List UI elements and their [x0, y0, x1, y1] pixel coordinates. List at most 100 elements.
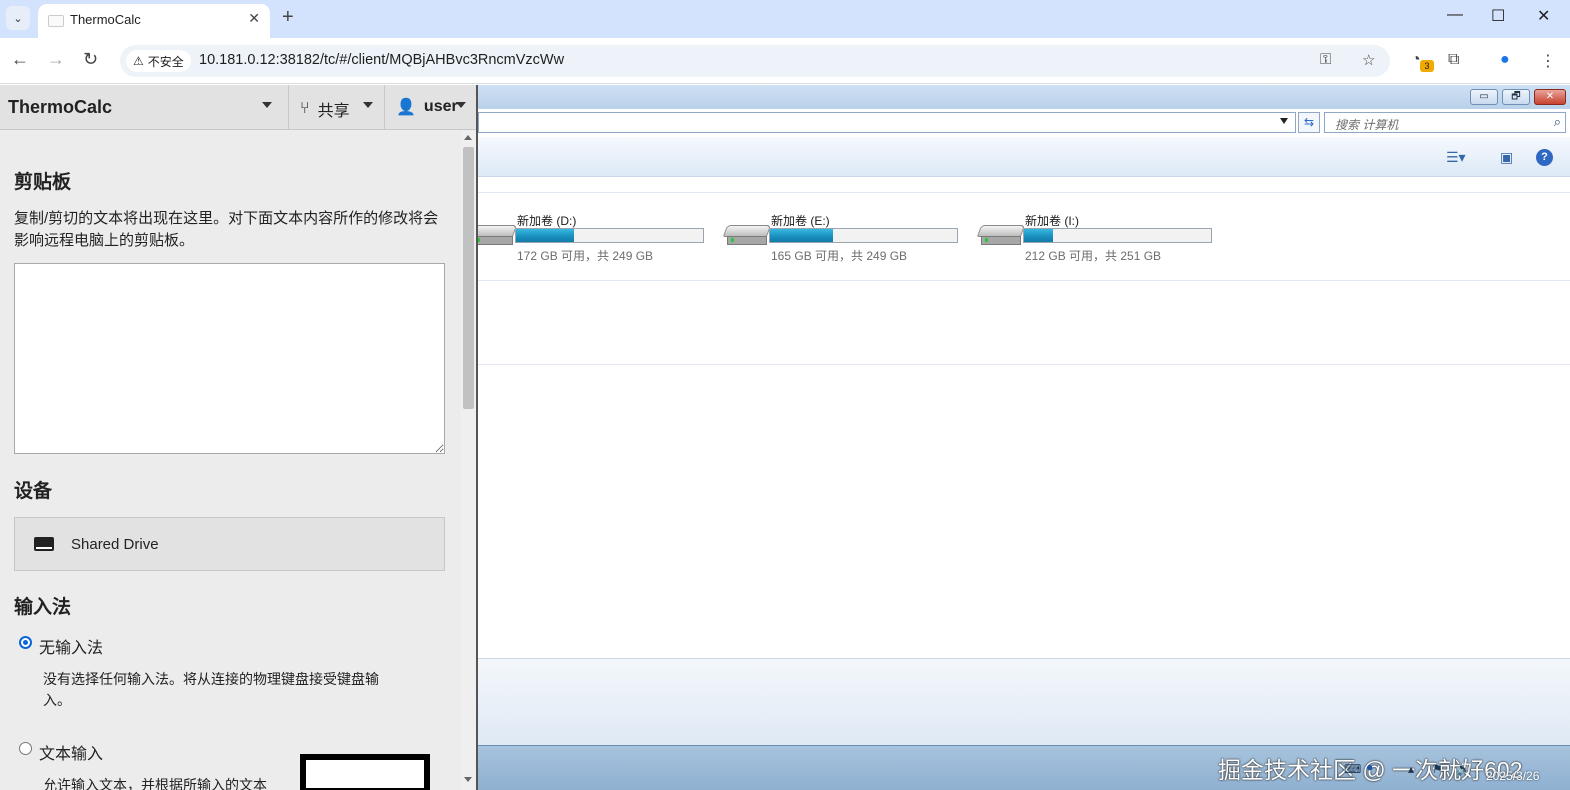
address-bar[interactable]: ⚠ 不安全 10.181.0.12:38182/tc/#/client/MQBj… [120, 45, 1390, 77]
radio-text-input-description: 允许输入文本，并根据所输入的文本 [43, 777, 267, 790]
browser-toolbar: ← → ↻ ⚠ 不安全 10.181.0.12:38182/tc/#/clien… [0, 38, 1570, 84]
taskbar-date[interactable]: 2025/3/26 [1486, 769, 1539, 783]
new-tab-button[interactable]: + [282, 6, 294, 29]
radio-no-ime-label[interactable]: 无输入法 [39, 634, 103, 658]
puzzle-icon[interactable]: ⧉ [1448, 51, 1459, 69]
clipboard-description: 复制/剪切的文本将出现在这里。对下面文本内容所作的修改将会影响远程电脑上的剪贴板… [14, 210, 439, 249]
header-divider [288, 85, 289, 130]
clipboard-textarea[interactable] [14, 263, 445, 454]
radio-text-input[interactable] [19, 742, 32, 755]
radio-no-ime[interactable] [19, 636, 32, 649]
page-favicon-icon [48, 15, 64, 27]
branch-icon: ⑂ [300, 100, 310, 117]
minimize-icon[interactable]: — [1447, 6, 1463, 24]
scrollbar-thumb[interactable] [463, 147, 474, 409]
explorer-address-bar[interactable] [478, 112, 1296, 133]
clipboard-heading: 剪贴板 [14, 172, 72, 193]
hard-drive-icon [722, 225, 772, 247]
refresh-icon[interactable]: ⇆ [1298, 112, 1320, 133]
chevron-down-icon: ⌄ [13, 12, 23, 25]
reload-icon[interactable]: ↻ [83, 49, 98, 70]
security-tray-icon[interactable]: ⚑ [1432, 762, 1443, 776]
drive-free-space: 212 GB 可用，共 251 GB [1025, 249, 1162, 263]
panel-scrollbar[interactable] [461, 131, 476, 790]
preview-pane-icon[interactable]: ▣ [1500, 149, 1513, 166]
star-icon[interactable]: ☆ [1362, 51, 1375, 69]
back-arrow-icon[interactable]: ← [11, 49, 29, 70]
close-icon[interactable]: ✕ [248, 10, 260, 27]
explorer-search-box[interactable]: 搜索 计算机 ⌕ [1324, 112, 1566, 133]
maximize-icon[interactable]: ☐ [1491, 6, 1505, 26]
drive-free-space: 165 GB 可用，共 249 GB [771, 249, 908, 263]
connection-menu-panel: ThermoCalc ⑂ 共享 👤 user 剪贴板 复制/剪切的文本将出现在这… [0, 85, 478, 790]
text-input-preview [300, 754, 430, 790]
hard-drive-icon [976, 225, 1026, 247]
extension-badge: 3 [1420, 60, 1434, 72]
chevron-down-icon[interactable] [363, 102, 373, 108]
tab-search-button[interactable]: ⌄ [6, 6, 30, 30]
user-icon: 👤 [396, 99, 416, 116]
drive-usage-bar [515, 228, 704, 243]
connection-title[interactable]: ThermoCalc [8, 97, 112, 118]
profile-avatar-icon[interactable]: ● [1500, 51, 1510, 69]
scroll-down-icon[interactable] [464, 777, 472, 782]
warning-icon: ⚠ [133, 54, 144, 68]
more-menu-icon[interactable]: ⋮ [1540, 51, 1556, 71]
drive-name: 新加卷 (I:) [1025, 214, 1079, 228]
drive-usage-bar [769, 228, 958, 243]
url-text[interactable]: 10.181.0.12:38182/tc/#/client/MQBjAHBvc3… [199, 52, 564, 68]
remote-restore-icon[interactable]: 🗗 [1502, 89, 1530, 105]
help-tray-icon[interactable]: ● [1366, 760, 1373, 774]
drive-free-space: 172 GB 可用，共 249 GB [517, 249, 654, 263]
share-menu-button[interactable]: ⑂ 共享 [300, 97, 350, 121]
help-icon[interactable]: ? [1536, 149, 1553, 166]
share-label: 共享 [317, 103, 350, 120]
explorer-details-pane [478, 658, 1570, 745]
tab-thermocalc[interactable]: ThermoCalc ✕ [38, 4, 270, 38]
explorer-title-bar: ▭ 🗗 ✕ [478, 85, 1570, 109]
chevron-down-icon[interactable] [1280, 118, 1288, 124]
remote-close-icon[interactable]: ✕ [1534, 89, 1566, 105]
drive-i[interactable]: 新加卷 (I:) 212 GB 可用，共 251 GB [976, 209, 1273, 269]
drive-usage-fill [770, 229, 834, 242]
radio-no-ime-description: 没有选择任何输入法。将从连接的物理键盘接受键盘输入。 [43, 671, 379, 708]
section-divider [478, 192, 1570, 193]
keyboard-icon[interactable]: ⌨ [1344, 762, 1361, 776]
tab-title: ThermoCalc [70, 12, 141, 27]
user-menu-button[interactable]: 👤 user [396, 97, 458, 117]
scroll-up-icon[interactable] [464, 135, 472, 140]
browser-tab-bar: ⌄ ThermoCalc ✕ + — ☐ ✕ [0, 0, 1570, 38]
window-close-icon[interactable]: ✕ [1537, 6, 1550, 26]
volume-icon[interactable]: 🔊 [1456, 762, 1471, 776]
hard-drive-icon [478, 225, 518, 247]
drive-usage-fill [1024, 229, 1053, 242]
remote-minimize-icon[interactable]: ▭ [1470, 89, 1498, 105]
device-label: Shared Drive [71, 536, 159, 553]
chevron-down-icon[interactable] [456, 102, 466, 108]
search-icon[interactable]: ⌕ [1554, 114, 1561, 130]
chevron-down-icon[interactable] [262, 102, 272, 108]
header-divider [384, 85, 385, 130]
user-label: user [423, 98, 458, 115]
panel-header: ThermoCalc ⑂ 共享 👤 user [0, 85, 476, 130]
drive-usage-fill [516, 229, 574, 242]
forward-arrow-icon[interactable]: → [47, 49, 65, 70]
devices-heading: 设备 [14, 481, 53, 502]
tray-expand-icon[interactable]: ▴ [1408, 762, 1414, 776]
section-divider [478, 280, 1570, 281]
remote-desktop-view[interactable]: ▭ 🗗 ✕ ⇆ 搜索 计算机 ⌕ ☰▾ ▣ ? 新加卷 (D:) 172 GB … [478, 85, 1570, 790]
drive-icon [34, 537, 54, 551]
key-icon[interactable]: ⚿ [1320, 51, 1331, 68]
shared-drive-item[interactable]: Shared Drive [14, 517, 445, 571]
security-label: 不安全 [147, 54, 184, 69]
explorer-command-bar: ☰▾ ▣ ? [478, 137, 1570, 177]
search-placeholder: 搜索 计算机 [1335, 118, 1399, 132]
view-options-icon[interactable]: ☰▾ [1446, 149, 1466, 166]
security-chip[interactable]: ⚠ 不安全 [126, 50, 191, 72]
drive-name: 新加卷 (D:) [517, 214, 577, 228]
drive-usage-bar [1023, 228, 1212, 243]
input-method-heading: 输入法 [14, 597, 72, 618]
radio-text-input-label[interactable]: 文本输入 [39, 740, 103, 764]
drive-name: 新加卷 (E:) [771, 214, 830, 228]
remote-taskbar: 掘金技术社区 @ 一次就好602 ⌨ ● ▴ ⚑ 🔊 2025/3/26 [478, 745, 1570, 790]
